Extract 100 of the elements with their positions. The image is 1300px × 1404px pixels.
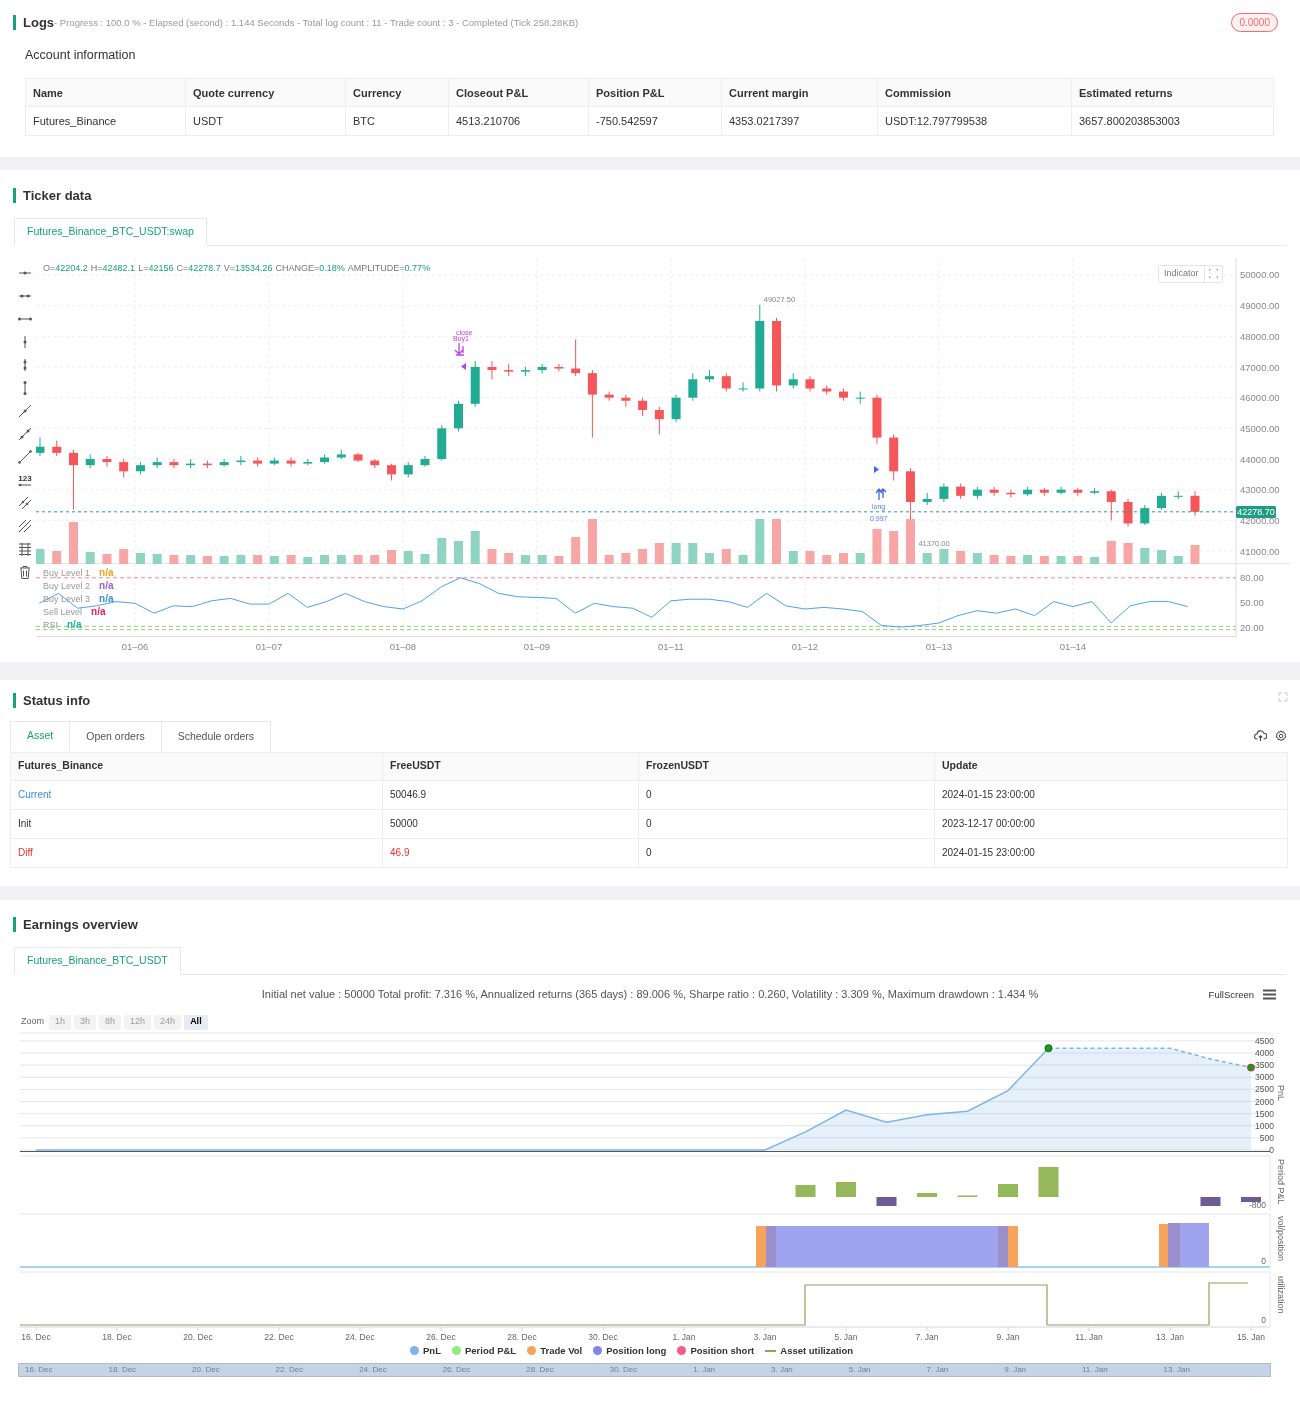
navigator-label: 16. Dec	[25, 1363, 53, 1376]
axis-label: 3000	[1255, 1071, 1274, 1082]
legend-item[interactable]: Asset utilization	[765, 1343, 854, 1358]
menu-icon[interactable]	[1263, 989, 1276, 1001]
axis-label: 46000.00	[1240, 391, 1280, 403]
table-cell: 0	[638, 780, 935, 809]
candlestick	[939, 482, 949, 502]
progress-summary: - Progress : 100.0 % - Elapsed (second) : 1.144 Seconds - Total log count : 11 - Trade count : 3 - Completed (Tick 258.28KB)	[54, 15, 579, 28]
navigator-label: 28. Dec	[526, 1363, 554, 1376]
fullscreen-link[interactable]: FullScreen	[1208, 987, 1254, 1002]
table-header-cell: FreeUSDT	[382, 752, 639, 780]
navigator-label: 13. Jan	[1163, 1363, 1190, 1376]
peak-marker	[1044, 1043, 1053, 1052]
axis-label: 01–13	[925, 640, 953, 652]
subsection-title: Account information	[25, 46, 137, 64]
legend-item[interactable]: Position long	[593, 1343, 667, 1358]
sell-arrow-icon	[454, 341, 465, 356]
ohlc-reading: H=42482.1	[90, 261, 136, 275]
indicator-name: Buy Level 2	[43, 579, 91, 592]
navigator-label: 18. Dec	[108, 1363, 137, 1376]
candlestick	[1123, 497, 1133, 527]
axis-label: 500	[1259, 1132, 1274, 1143]
axis-label: 80.00	[1240, 571, 1264, 583]
axis-label: 50.00	[1240, 596, 1264, 608]
axis-label: 41000.00	[1240, 545, 1280, 557]
current-price-label: 42278.70	[1236, 505, 1276, 518]
candlestick	[68, 448, 78, 510]
table-cell: 0	[638, 809, 935, 838]
axis-label: 3500	[1255, 1059, 1274, 1070]
axis-label: 26. Dec	[426, 1331, 456, 1342]
candlestick	[654, 405, 664, 435]
measure-line-icon[interactable]	[18, 482, 32, 487]
zoom-option[interactable]: All	[184, 1014, 208, 1030]
legend-item[interactable]: Period P&L	[451, 1343, 517, 1358]
candlestick	[621, 393, 631, 407]
legend-item[interactable]: Position short	[677, 1343, 755, 1358]
navigator-label: 7. Jan	[926, 1363, 949, 1376]
tab[interactable]: Schedule orders	[161, 720, 272, 752]
table-cell: -750.542597	[588, 106, 722, 136]
axis-label: 16. Dec	[21, 1331, 51, 1342]
axis-label: 7. Jan	[915, 1331, 939, 1342]
axis-label: 20. Dec	[183, 1331, 213, 1342]
indicator-button[interactable]: Indicator	[1158, 264, 1223, 283]
trend-line-icon[interactable]	[18, 449, 32, 464]
axis-label: 11. Jan	[1075, 1331, 1103, 1342]
axis-label: 43000.00	[1240, 483, 1280, 495]
indicator-name: Buy Level 1	[43, 566, 91, 579]
axis-label: 0	[1269, 1144, 1274, 1154]
indicator-value: n/a	[99, 592, 114, 605]
table-header-cell: Closeout P&L	[448, 78, 589, 107]
axis-label: 15. Jan	[1237, 1331, 1265, 1342]
candlestick	[420, 454, 430, 467]
tab[interactable]: Open orders	[70, 720, 162, 752]
navigator-label: 9. Jan	[1004, 1363, 1027, 1376]
legend-item[interactable]: PnL	[410, 1343, 441, 1358]
candlestick	[102, 454, 112, 467]
parallel-lines-icon[interactable]	[18, 495, 32, 510]
axis-title: vol/position	[1276, 1215, 1286, 1261]
axis-label: 3. Jan	[753, 1331, 777, 1342]
table-cell: 50000	[382, 809, 639, 838]
cloud-upload-icon[interactable]	[1254, 729, 1267, 742]
trend-line-icon[interactable]	[18, 403, 32, 418]
navigator-label: 1. Jan	[693, 1363, 716, 1376]
axis-label: 4000	[1255, 1047, 1274, 1058]
candlestick	[169, 458, 179, 469]
table-cell: Futures_Binance	[25, 106, 186, 136]
measure-label: 123	[18, 474, 32, 483]
stacked-lines-icon[interactable]	[18, 541, 32, 556]
performance-summary: Initial net value : 50000 Total profit: 7.316 %, Annualized returns (365 days) : 89.006 %, Sharpe ratio : 0.260, Volatility : 3.309 %, Maximum drawdown : 1.434 %	[261, 987, 1039, 1003]
candlestick	[1140, 504, 1150, 525]
table-header-cell: Futures_Binance	[10, 752, 383, 780]
table-header-cell: Current margin	[721, 78, 878, 107]
candlestick	[286, 456, 296, 467]
axis-label: 0	[1261, 1314, 1266, 1325]
axis-label: 01–14	[1059, 640, 1087, 652]
end-marker	[1247, 1063, 1255, 1072]
trash-icon[interactable]	[18, 564, 32, 579]
trend-line-icon[interactable]	[18, 426, 32, 441]
navigator-label: 5. Jan	[848, 1363, 871, 1376]
candlestick	[671, 393, 681, 423]
indicator-name: Sell Level	[43, 605, 83, 618]
candlestick	[119, 458, 129, 478]
candlestick	[36, 436, 45, 456]
candlestick	[1106, 488, 1116, 521]
table-cell: 3657.800203853003	[1071, 106, 1274, 136]
settings-icon[interactable]	[1275, 729, 1287, 742]
table-cell: Current	[10, 780, 383, 809]
ohlc-reading: C=42278.7	[176, 261, 221, 275]
triangle-marker	[461, 362, 466, 370]
ohlc-reading: V=13534.26	[223, 261, 273, 275]
axis-label: 45000.00	[1240, 422, 1280, 434]
zoom-label: Zoom	[21, 1015, 44, 1029]
parallel-lines-icon[interactable]	[18, 518, 32, 533]
axis-label: 1000	[1255, 1120, 1274, 1131]
table-cell: 46.9	[382, 838, 639, 867]
section-title: Earnings overview	[23, 916, 138, 934]
axis-label: 13. Jan	[1156, 1331, 1184, 1342]
table-header-cell: Estimated returns	[1071, 78, 1274, 107]
candlestick	[738, 381, 748, 392]
legend-item[interactable]: Trade Vol	[527, 1343, 583, 1358]
